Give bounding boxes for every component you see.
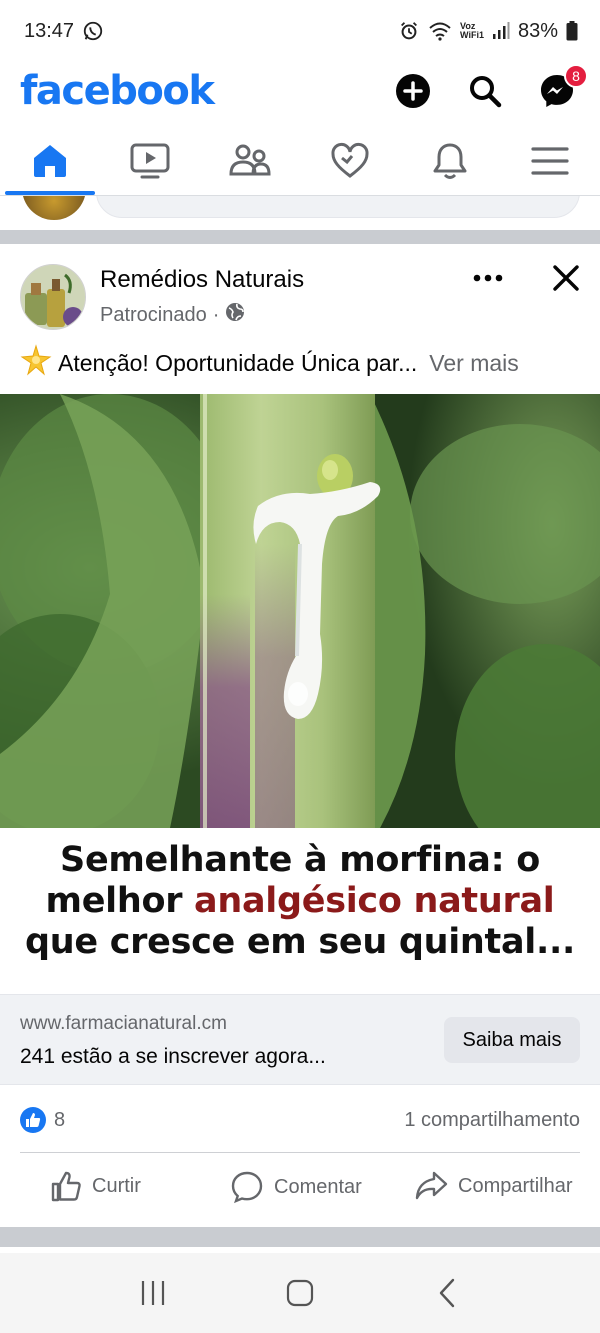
facebook-logo[interactable]: facebook — [20, 68, 215, 114]
tab-notifications[interactable] — [400, 126, 500, 195]
share-count[interactable]: 1 compartilhamento — [404, 1109, 580, 1132]
user-avatar[interactable] — [22, 196, 86, 220]
recent-apps-icon — [142, 1281, 165, 1305]
headline-accent: analgésico natural — [194, 881, 555, 921]
link-description: 241 estão a se inscrever agora... — [20, 1045, 326, 1068]
messenger-button[interactable]: 8 — [536, 64, 588, 112]
comment-label: Comentar — [274, 1175, 362, 1198]
ad-headline[interactable]: Semelhante à morfina: o melhor analgésic… — [0, 840, 600, 963]
tab-groups[interactable] — [200, 126, 300, 195]
feed-separator — [0, 230, 600, 244]
actions-divider — [20, 1152, 580, 1153]
tab-watch[interactable] — [100, 126, 200, 195]
close-icon — [553, 265, 579, 291]
alarm-icon — [398, 20, 420, 42]
page-avatar[interactable] — [20, 264, 86, 330]
android-nav-bar — [0, 1253, 600, 1333]
home-square-icon — [286, 1279, 314, 1307]
reaction-summary[interactable]: 8 — [20, 1107, 65, 1133]
whatsapp-icon — [82, 20, 104, 42]
headline-line-2-start: melhor — [45, 881, 195, 921]
main-tab-bar — [0, 126, 600, 196]
bell-icon — [433, 143, 467, 179]
sponsored-post: Remédios Naturais Patrocinado · Atenção!… — [0, 244, 600, 1204]
heart-icon — [331, 142, 369, 178]
comment-button[interactable]: Comentar — [230, 1170, 362, 1204]
signal-icon — [492, 22, 510, 40]
composer-input[interactable] — [96, 196, 580, 218]
like-label: Curtir — [92, 1174, 141, 1197]
tab-menu[interactable] — [500, 126, 600, 195]
headline-line-3: que cresce em seu quintal... — [25, 922, 575, 962]
see-more-link[interactable]: Ver mais — [429, 350, 518, 377]
hide-post-button[interactable] — [548, 260, 584, 296]
learn-more-button[interactable]: Saiba mais — [444, 1017, 580, 1063]
clock: 13:47 — [24, 19, 75, 42]
link-domain: www.farmacianatural.cm — [20, 1013, 227, 1034]
search-button[interactable] — [464, 70, 506, 112]
ad-image[interactable] — [0, 394, 600, 828]
like-button[interactable]: Curtir — [50, 1170, 141, 1202]
back-chevron-icon — [439, 1278, 454, 1308]
feed-separator-bottom — [0, 1227, 600, 1247]
share-button[interactable]: Compartilhar — [414, 1170, 572, 1202]
tab-dating[interactable] — [300, 126, 400, 195]
recent-apps-button[interactable] — [123, 1263, 183, 1323]
comment-bubble-icon — [231, 1171, 263, 1204]
sparkle-star-icon — [20, 344, 52, 382]
groups-icon — [229, 144, 271, 175]
status-bar: 13:47 Voz WiFi1 83% — [0, 0, 600, 62]
create-button[interactable] — [392, 70, 434, 112]
post-actions: Curtir Comentar Compartilhar — [0, 1164, 600, 1216]
share-arrow-icon — [415, 1171, 448, 1200]
hamburger-menu-icon — [531, 146, 569, 175]
globe-icon — [225, 302, 245, 328]
messenger-badge: 8 — [564, 64, 588, 88]
reaction-count: 8 — [54, 1108, 66, 1131]
back-nav-button[interactable] — [417, 1263, 477, 1323]
page-name[interactable]: Remédios Naturais — [100, 266, 304, 294]
video-icon — [130, 143, 170, 178]
search-icon — [470, 76, 502, 108]
reactions-row: 8 1 compartilhamento — [20, 1100, 580, 1140]
plant-sap-photo — [0, 394, 600, 828]
app-header: facebook 8 — [0, 62, 600, 120]
sponsored-label: Patrocinado — [100, 303, 207, 326]
post-text: Atenção! Oportunidade Única par... Ver m… — [20, 344, 580, 382]
post-message: Atenção! Oportunidade Única par... — [58, 349, 418, 376]
battery-icon — [566, 21, 578, 41]
like-reaction-icon — [20, 1107, 46, 1133]
volte-wifi-label: Voz WiFi1 — [460, 21, 484, 40]
composer-sliver — [0, 196, 600, 230]
post-header: Remédios Naturais Patrocinado · — [0, 244, 600, 340]
tab-home[interactable] — [0, 126, 100, 195]
more-options-button[interactable] — [470, 264, 506, 292]
wifi-icon — [428, 21, 452, 41]
link-preview-bar[interactable]: www.farmacianatural.cm 241 estão a se in… — [0, 994, 600, 1085]
headline-line-2: melhor analgésico natural — [0, 881, 600, 922]
share-label: Compartilhar — [458, 1174, 573, 1197]
home-icon — [34, 144, 66, 177]
meta-separator: · — [212, 303, 220, 326]
plus-circle-icon — [396, 74, 430, 108]
home-nav-button[interactable] — [270, 1263, 330, 1323]
more-dots-icon — [473, 274, 503, 282]
headline-line-1: Semelhante à morfina: o — [60, 840, 540, 880]
thumbs-up-icon — [51, 1171, 81, 1202]
battery-percent: 83% — [517, 19, 558, 42]
post-meta: Patrocinado · — [100, 302, 245, 328]
